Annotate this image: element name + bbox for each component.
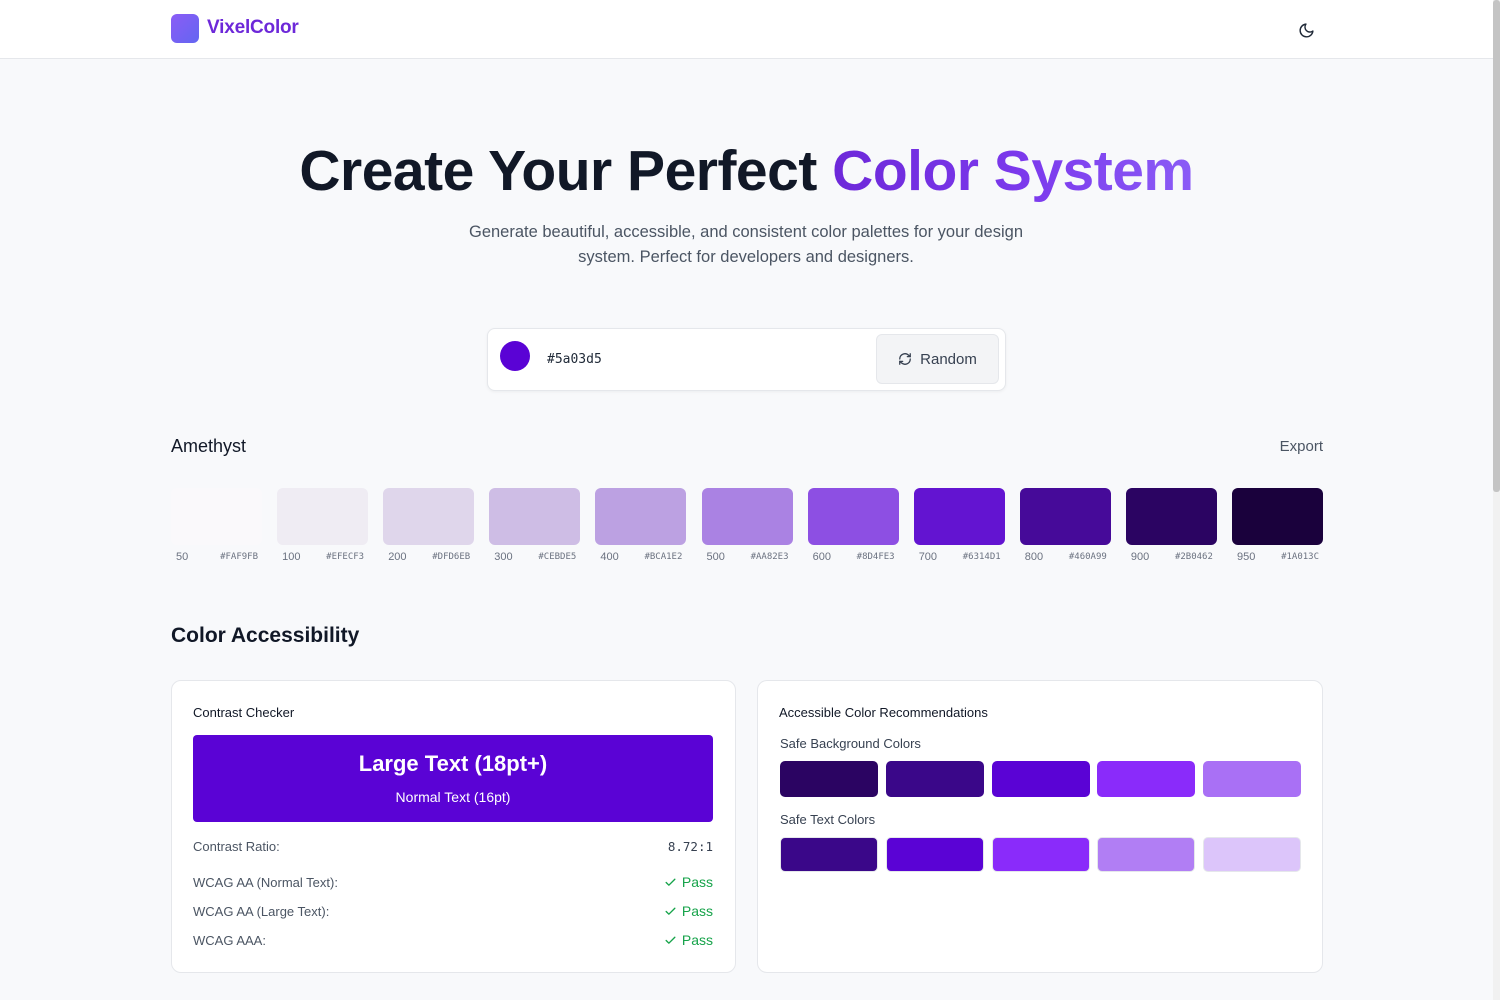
shade-color[interactable]: [171, 488, 262, 545]
shade-color[interactable]: [1019, 488, 1111, 545]
shade-step-label: 950: [1237, 551, 1256, 563]
random-button[interactable]: Random: [876, 334, 999, 384]
shade-color[interactable]: [701, 488, 793, 545]
safe-background-swatch[interactable]: [1203, 761, 1301, 797]
shade-swatch-400[interactable]: 400 #BCA1E2: [595, 488, 687, 568]
safe-text-swatch[interactable]: [780, 837, 878, 872]
shade-step-label: 800: [1024, 551, 1044, 563]
refresh-icon: [899, 353, 912, 365]
shade-color[interactable]: [913, 488, 1005, 545]
safe-text-swatch[interactable]: [885, 837, 984, 872]
shade-step-label: 400: [600, 551, 619, 563]
hero-title-accent: Color System: [832, 139, 1194, 203]
shade-color[interactable]: [1232, 488, 1323, 545]
shade-step-label: 600: [812, 551, 831, 563]
shade-step-label: 500: [706, 551, 725, 563]
hero-title-main: Create Your Perfect: [299, 139, 833, 203]
shade-swatch-600[interactable]: 600 #8D4FE3: [807, 488, 899, 568]
wcag-aa-large-status: Pass: [681, 903, 713, 919]
shade-strip: 50 #FAF9FB 100 #EFECF3 200 #DFD6EB 300 #CEBDE5 4…: [171, 488, 1323, 568]
safe-text-swatch[interactable]: [991, 837, 1090, 872]
shade-step-label: 700: [918, 551, 938, 563]
color-swatch-button[interactable]: [500, 341, 530, 371]
shade-hex-label: #2B0462: [1174, 552, 1213, 562]
shade-hex-label: #CEBDE5: [538, 552, 577, 562]
shade-hex-label: #8D4FE3: [856, 552, 895, 562]
safe-background-swatch[interactable]: [1097, 761, 1196, 797]
wcag-aa-normal-result: Pass: [664, 874, 713, 890]
palette-name: Amethyst: [171, 436, 247, 456]
accessibility-title: Color Accessibility: [171, 624, 360, 647]
contrast-ratio-label: Contrast Ratio:: [193, 839, 280, 854]
shade-color[interactable]: [595, 488, 687, 545]
shade-hex-label: #BCA1E2: [644, 552, 683, 562]
safe-background-swatches: [780, 761, 1301, 797]
safe-text-swatches: [780, 837, 1301, 873]
shade-step-label: 100: [282, 551, 301, 563]
shade-swatch-700[interactable]: 700 #6314D1: [913, 488, 1005, 568]
recommendations-card: Accessible Color Recommendations Safe Ba…: [757, 680, 1323, 973]
wcag-aaa-label: WCAG AAA:: [193, 933, 266, 948]
shade-step-label: 200: [388, 551, 407, 563]
contrast-checker-card: Contrast Checker Large Text (18pt+) Norm…: [171, 680, 736, 973]
shade-color[interactable]: [1125, 488, 1217, 545]
shade-hex-label: #DFD6EB: [432, 552, 471, 562]
wcag-aa-large-result: Pass: [664, 903, 713, 919]
contrast-ratio-value: 8.72:1: [667, 839, 713, 854]
shade-color[interactable]: [277, 488, 369, 545]
moon-icon: [1299, 22, 1314, 37]
shade-hex-label: #AA82E3: [750, 552, 789, 562]
safe-background-label: Safe Background Colors: [780, 736, 921, 751]
safe-background-swatch[interactable]: [991, 761, 1090, 797]
hero-title: Create Your Perfect Color System: [0, 138, 1493, 204]
wcag-aa-normal-label: WCAG AA (Normal Text):: [193, 875, 338, 890]
shade-hex-label: #EFECF3: [326, 552, 365, 562]
hex-input[interactable]: [547, 349, 857, 369]
shade-swatch-800[interactable]: 800 #460A99: [1019, 488, 1111, 568]
wcag-aa-normal-status: Pass: [681, 874, 713, 890]
scrollbar-thumb[interactable]: [1493, 0, 1500, 492]
check-icon: [665, 936, 676, 944]
wcag-aa-large-label: WCAG AA (Large Text):: [193, 904, 330, 919]
brand-name[interactable]: VixelColor: [207, 17, 299, 39]
safe-text-label: Safe Text Colors: [780, 812, 876, 827]
preview-normal-text: Normal Text (16pt): [395, 789, 511, 805]
safe-text-swatch[interactable]: [1203, 837, 1301, 872]
shade-step-label: 300: [494, 551, 513, 563]
shade-hex-label: #460A99: [1068, 552, 1107, 562]
logo-icon[interactable]: [171, 14, 199, 43]
shade-color[interactable]: [489, 488, 581, 545]
shade-swatch-500[interactable]: 500 #AA82E3: [701, 488, 793, 568]
preview-large-text: Large Text (18pt+): [358, 751, 548, 776]
shade-swatch-300[interactable]: 300 #CEBDE5: [489, 488, 581, 568]
shade-swatch-900[interactable]: 900 #2B0462: [1125, 488, 1217, 568]
shade-swatch-950[interactable]: 950 #1A013C: [1232, 488, 1323, 568]
check-icon: [665, 878, 676, 886]
check-icon: [665, 907, 676, 915]
shade-step-label: 900: [1130, 551, 1150, 563]
safe-background-swatch[interactable]: [885, 761, 984, 797]
contrast-checker-title: Contrast Checker: [193, 705, 295, 720]
wcag-aaa-result: Pass: [664, 932, 713, 948]
shade-swatch-200[interactable]: 200 #DFD6EB: [383, 488, 475, 568]
top-navbar: VixelColor: [0, 0, 1493, 59]
random-button-label: Random: [920, 350, 977, 368]
theme-toggle-button[interactable]: [1292, 17, 1320, 43]
shade-color[interactable]: [807, 488, 899, 545]
contrast-preview: Large Text (18pt+) Normal Text (16pt): [193, 735, 713, 822]
recommendations-title: Accessible Color Recommendations: [779, 705, 988, 720]
safe-background-swatch[interactable]: [780, 761, 878, 797]
safe-text-swatch[interactable]: [1097, 837, 1196, 872]
wcag-aaa-status: Pass: [681, 932, 713, 948]
shade-hex-label: #6314D1: [962, 552, 1001, 562]
shade-hex-label: #FAF9FB: [220, 552, 258, 562]
shade-hex-label: #1A013C: [1281, 552, 1319, 562]
page-scrollbar[interactable]: [1493, 0, 1500, 1000]
shade-step-label: 50: [176, 551, 189, 563]
shade-swatch-50[interactable]: 50 #FAF9FB: [171, 488, 262, 568]
shade-swatch-100[interactable]: 100 #EFECF3: [277, 488, 369, 568]
hero-subtitle: Generate beautiful, accessible, and cons…: [469, 223, 1023, 266]
export-button[interactable]: Export: [1270, 438, 1323, 455]
shade-color[interactable]: [383, 488, 475, 545]
